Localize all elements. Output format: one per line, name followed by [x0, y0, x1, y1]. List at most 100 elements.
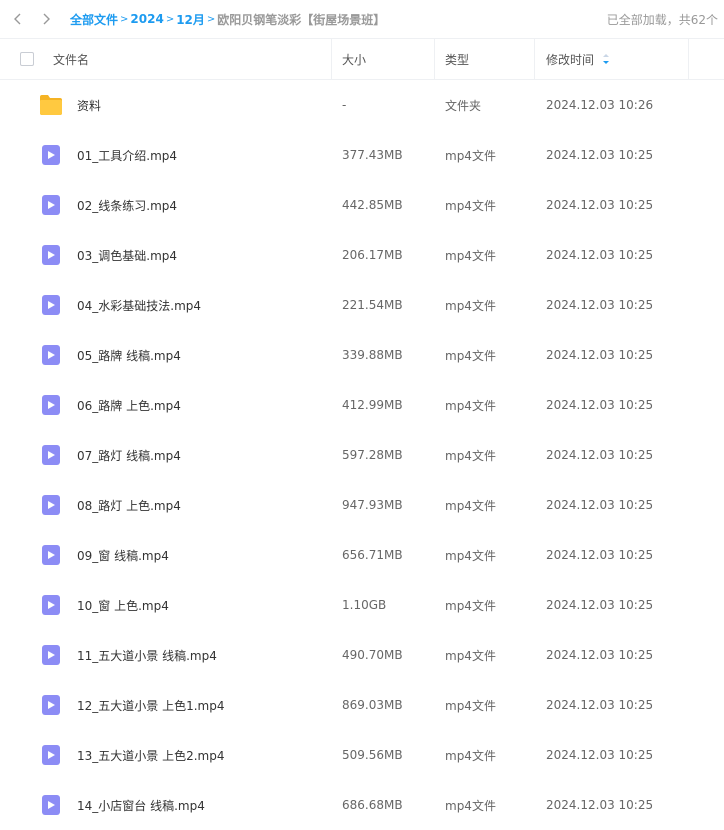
breadcrumb-year[interactable]: 2024: [130, 12, 163, 26]
table-row[interactable]: 02_线条练习.mp4 442.85MB mp4文件 2024.12.03 10…: [0, 180, 724, 230]
table-row[interactable]: 05_路牌 线稿.mp4 339.88MB mp4文件 2024.12.03 1…: [0, 330, 724, 380]
file-name[interactable]: 07_路灯 线稿.mp4: [77, 430, 181, 480]
file-name[interactable]: 11_五大道小景 线稿.mp4: [77, 630, 217, 680]
file-name[interactable]: 10_窗 上色.mp4: [77, 580, 169, 630]
video-file-icon: [42, 245, 60, 265]
table-row[interactable]: 10_窗 上色.mp4 1.10GB mp4文件 2024.12.03 10:2…: [0, 580, 724, 630]
sort-descending-icon[interactable]: [602, 53, 610, 65]
video-file-icon: [42, 645, 60, 665]
column-divider[interactable]: [688, 39, 689, 79]
file-name[interactable]: 13_五大道小景 上色2.mp4: [77, 730, 224, 780]
table-row[interactable]: 09_窗 线稿.mp4 656.71MB mp4文件 2024.12.03 10…: [0, 530, 724, 580]
table-row[interactable]: 11_五大道小景 线稿.mp4 490.70MB mp4文件 2024.12.0…: [0, 630, 724, 680]
chevron-right-icon: [43, 13, 50, 25]
file-modified: 2024.12.03 10:25: [546, 748, 654, 762]
table-row[interactable]: 06_路牌 上色.mp4 412.99MB mp4文件 2024.12.03 1…: [0, 380, 724, 430]
video-file-icon: [42, 445, 60, 465]
file-size: 947.93MB: [342, 498, 403, 512]
column-header-modified[interactable]: 修改时间: [546, 39, 610, 79]
file-type: mp4文件: [445, 598, 496, 613]
file-name[interactable]: 03_调色基础.mp4: [77, 230, 177, 280]
select-all-checkbox[interactable]: [20, 52, 34, 66]
back-button[interactable]: [4, 0, 32, 38]
breadcrumb: 全部文件 > 2024 > 12月 > 欧阳贝钢笔淡彩【街屋场景班】: [70, 11, 385, 28]
file-modified: 2024.12.03 10:25: [546, 448, 654, 462]
forward-button[interactable]: [32, 0, 60, 38]
table-row[interactable]: 07_路灯 线稿.mp4 597.28MB mp4文件 2024.12.03 1…: [0, 430, 724, 480]
file-modified: 2024.12.03 10:25: [546, 298, 654, 312]
file-name[interactable]: 资料: [77, 80, 101, 130]
file-size: 377.43MB: [342, 148, 403, 162]
column-header-modified-label: 修改时间: [546, 52, 595, 67]
file-name[interactable]: 08_路灯 上色.mp4: [77, 480, 181, 530]
file-modified: 2024.12.03 10:25: [546, 398, 654, 412]
file-list: 资料 - 文件夹 2024.12.03 10:26 01_工具介绍.mp4 37…: [0, 80, 724, 830]
table-header: 文件名 大小 类型 修改时间: [0, 38, 724, 80]
file-name[interactable]: 05_路牌 线稿.mp4: [77, 330, 181, 380]
table-row[interactable]: 14_小店窗台 线稿.mp4 686.68MB mp4文件 2024.12.03…: [0, 780, 724, 830]
file-type: mp4文件: [445, 648, 496, 663]
file-size: 597.28MB: [342, 448, 403, 462]
table-row[interactable]: 资料 - 文件夹 2024.12.03 10:26: [0, 80, 724, 130]
table-row[interactable]: 13_五大道小景 上色2.mp4 509.56MB mp4文件 2024.12.…: [0, 730, 724, 780]
file-type: mp4文件: [445, 248, 496, 263]
file-size: 339.88MB: [342, 348, 403, 362]
column-divider[interactable]: [331, 39, 332, 79]
file-modified: 2024.12.03 10:25: [546, 348, 654, 362]
file-name[interactable]: 14_小店窗台 线稿.mp4: [77, 780, 205, 830]
breadcrumb-separator-icon: >: [206, 13, 216, 25]
video-file-icon: [42, 745, 60, 765]
file-type: mp4文件: [445, 448, 496, 463]
load-status: 已全部加载，共62个: [606, 13, 718, 27]
file-type: mp4文件: [445, 348, 496, 363]
video-file-icon: [42, 195, 60, 215]
table-row[interactable]: 12_五大道小景 上色1.mp4 869.03MB mp4文件 2024.12.…: [0, 680, 724, 730]
chevron-left-icon: [14, 13, 21, 25]
file-size: 221.54MB: [342, 298, 403, 312]
file-size: 442.85MB: [342, 198, 403, 212]
column-header-name[interactable]: 文件名: [53, 39, 89, 79]
breadcrumb-month[interactable]: 12月: [176, 11, 205, 28]
file-type: mp4文件: [445, 148, 496, 163]
file-size: 509.56MB: [342, 748, 403, 762]
column-divider[interactable]: [534, 39, 535, 79]
file-name[interactable]: 09_窗 线稿.mp4: [77, 530, 169, 580]
video-file-icon: [42, 495, 60, 515]
file-size: 206.17MB: [342, 248, 403, 262]
file-name[interactable]: 01_工具介绍.mp4: [77, 130, 177, 180]
file-name[interactable]: 04_水彩基础技法.mp4: [77, 280, 201, 330]
file-modified: 2024.12.03 10:25: [546, 648, 654, 662]
breadcrumb-separator-icon: >: [120, 13, 129, 25]
file-size: 686.68MB: [342, 798, 403, 812]
breadcrumb-all-files[interactable]: 全部文件: [70, 11, 118, 28]
column-header-size[interactable]: 大小: [342, 39, 366, 79]
file-size: 1.10GB: [342, 598, 387, 612]
file-size: 412.99MB: [342, 398, 403, 412]
table-row[interactable]: 08_路灯 上色.mp4 947.93MB mp4文件 2024.12.03 1…: [0, 480, 724, 530]
video-file-icon: [42, 145, 60, 165]
column-header-type[interactable]: 类型: [445, 39, 469, 79]
table-row[interactable]: 03_调色基础.mp4 206.17MB mp4文件 2024.12.03 10…: [0, 230, 724, 280]
file-type: mp4文件: [445, 198, 496, 213]
file-type: 文件夹: [445, 98, 482, 113]
video-file-icon: [42, 345, 60, 365]
top-bar: 全部文件 > 2024 > 12月 > 欧阳贝钢笔淡彩【街屋场景班】 已全部加载…: [0, 0, 724, 38]
file-size: 490.70MB: [342, 648, 403, 662]
file-type: mp4文件: [445, 698, 496, 713]
file-name[interactable]: 02_线条练习.mp4: [77, 180, 177, 230]
folder-icon: [40, 95, 62, 115]
video-file-icon: [42, 295, 60, 315]
video-file-icon: [42, 695, 60, 715]
breadcrumb-separator-icon: >: [165, 13, 175, 25]
file-name[interactable]: 12_五大道小景 上色1.mp4: [77, 680, 224, 730]
file-type: mp4文件: [445, 748, 496, 763]
column-divider[interactable]: [434, 39, 435, 79]
table-row[interactable]: 04_水彩基础技法.mp4 221.54MB mp4文件 2024.12.03 …: [0, 280, 724, 330]
video-file-icon: [42, 595, 60, 615]
file-modified: 2024.12.03 10:25: [546, 198, 654, 212]
file-modified: 2024.12.03 10:25: [546, 148, 654, 162]
file-name[interactable]: 06_路牌 上色.mp4: [77, 380, 181, 430]
file-modified: 2024.12.03 10:25: [546, 498, 654, 512]
table-row[interactable]: 01_工具介绍.mp4 377.43MB mp4文件 2024.12.03 10…: [0, 130, 724, 180]
file-type: mp4文件: [445, 498, 496, 513]
